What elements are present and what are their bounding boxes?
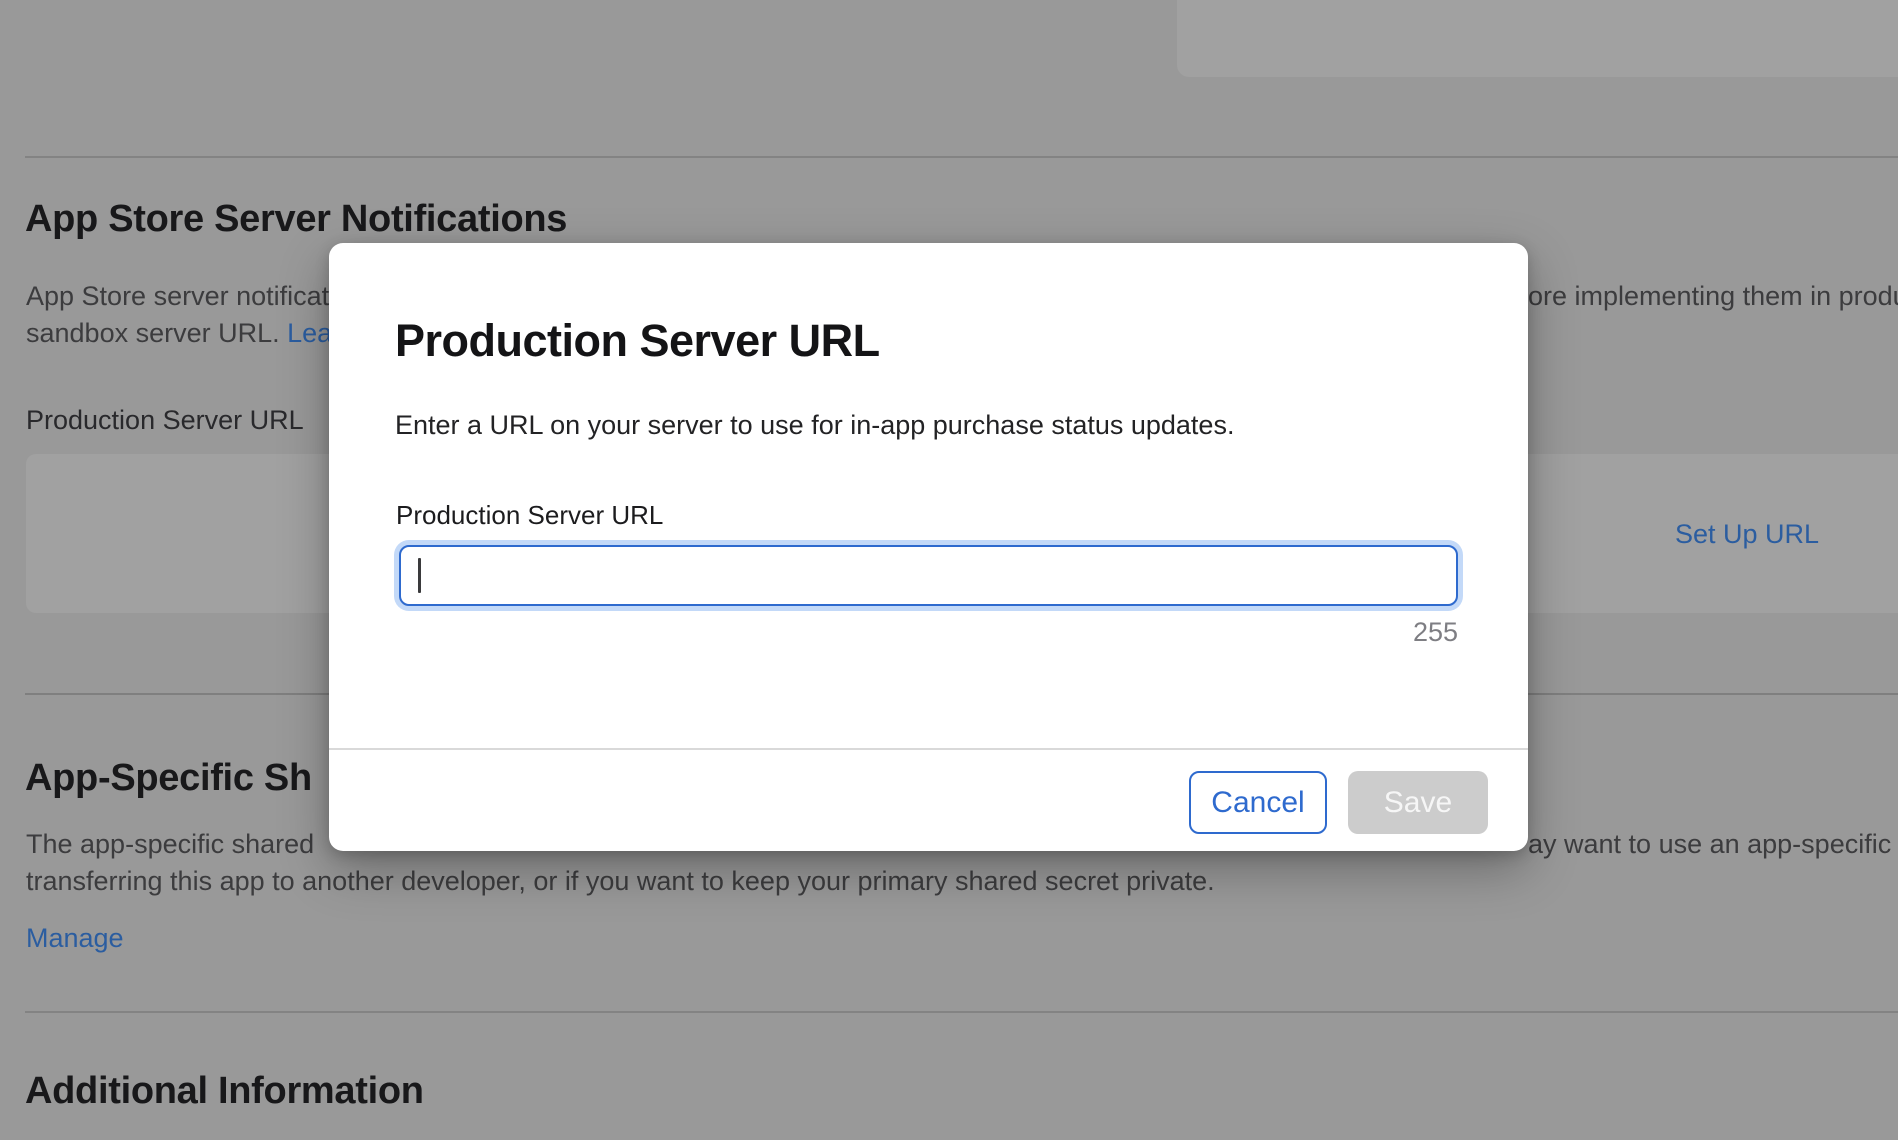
dialog-description: Enter a URL on your server to use for in…: [395, 410, 1234, 441]
cancel-button[interactable]: Cancel: [1189, 771, 1327, 834]
notifications-paragraph-line1-right: ore implementing them in produc: [1528, 279, 1898, 313]
dialog-title: Production Server URL: [395, 315, 880, 367]
manage-link[interactable]: Manage: [26, 923, 124, 954]
dialog-footer-divider: [329, 748, 1528, 750]
set-up-url-link[interactable]: Set Up URL: [1675, 519, 1819, 550]
url-input-label: Production Server URL: [396, 500, 663, 531]
additional-information-heading: Additional Information: [25, 1070, 424, 1113]
character-counter: 255: [1413, 617, 1458, 648]
notifications-paragraph-line2: sandbox server URL. Lear: [26, 316, 341, 350]
shared-secret-paragraph-line1-left: The app-specific shared: [26, 827, 314, 861]
notifications-section-heading: App Store Server Notifications: [25, 198, 567, 241]
text-caret: [418, 558, 421, 593]
production-server-url-dialog: Production Server URL Enter a URL on you…: [329, 243, 1528, 851]
shared-secret-paragraph-line2: transferring this app to another develop…: [26, 864, 1215, 898]
save-button[interactable]: Save: [1348, 771, 1488, 834]
section-divider-top: [25, 156, 1898, 158]
shared-secret-paragraph-line1-right: ay want to use an app-specific s: [1528, 827, 1898, 861]
shared-secret-section-heading: App-Specific Sh: [25, 757, 312, 800]
section-divider-bottom: [25, 1011, 1898, 1013]
production-server-url-input[interactable]: [399, 545, 1458, 606]
notifications-paragraph-line2-text: sandbox server URL.: [26, 318, 287, 348]
notifications-paragraph-line1-left: App Store server notificat: [26, 279, 329, 313]
production-server-url-field-label: Production Server URL: [26, 405, 304, 436]
top-right-panel: [1177, 0, 1898, 77]
